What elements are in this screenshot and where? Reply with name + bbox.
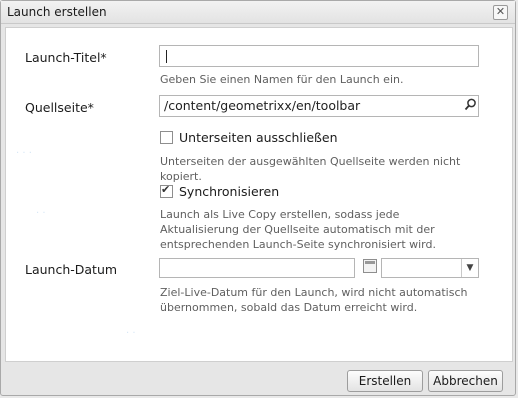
launch-title-help: Geben Sie einen Namen für den Launch ein… bbox=[160, 73, 404, 86]
close-icon[interactable]: ✕ bbox=[493, 5, 508, 20]
exclude-subpages-label: Unterseiten ausschließen bbox=[179, 130, 338, 145]
search-icon[interactable] bbox=[461, 95, 479, 115]
calendar-icon[interactable] bbox=[363, 259, 377, 273]
synchronize-help: Launch als Live Copy erstellen, sodass j… bbox=[160, 208, 436, 251]
source-page-value: /content/geometrixx/en/toolbar bbox=[164, 98, 361, 113]
synchronize-row[interactable]: Synchronisieren bbox=[160, 183, 280, 199]
source-page-input[interactable]: /content/geometrixx/en/toolbar bbox=[159, 95, 479, 117]
create-button[interactable]: Erstellen bbox=[347, 370, 423, 392]
launch-title-label: Launch-Titel* bbox=[25, 50, 107, 65]
launch-title-input[interactable] bbox=[159, 45, 479, 67]
text-caret bbox=[166, 50, 167, 63]
dialog-titlebar: Launch erstellen ✕ bbox=[1, 1, 515, 24]
launch-dialog: Launch erstellen ✕ · · · · · · · · · · L… bbox=[0, 0, 516, 396]
launch-date-label: Launch-Datum bbox=[25, 262, 118, 277]
dialog-body: · · · · · · · · · · Launch-Titel* Geben … bbox=[5, 27, 513, 362]
launch-date-help: Ziel-Live-Datum für den Launch, wird nic… bbox=[160, 286, 468, 314]
cancel-button[interactable]: Abbrechen bbox=[428, 370, 503, 392]
launch-time-select[interactable]: ▼ bbox=[381, 258, 479, 278]
source-page-label: Quellseite* bbox=[25, 100, 94, 115]
exclude-subpages-help: Unterseiten der ausgewählten Quellseite … bbox=[160, 155, 461, 183]
dialog-title: Launch erstellen bbox=[7, 5, 107, 19]
synchronize-label: Synchronisieren bbox=[179, 184, 280, 199]
chevron-down-icon[interactable]: ▼ bbox=[461, 259, 478, 277]
exclude-subpages-row[interactable]: Unterseiten ausschließen bbox=[160, 130, 338, 145]
exclude-subpages-checkbox[interactable] bbox=[160, 131, 173, 144]
launch-date-input[interactable] bbox=[159, 258, 355, 278]
synchronize-checkbox[interactable] bbox=[160, 183, 173, 198]
